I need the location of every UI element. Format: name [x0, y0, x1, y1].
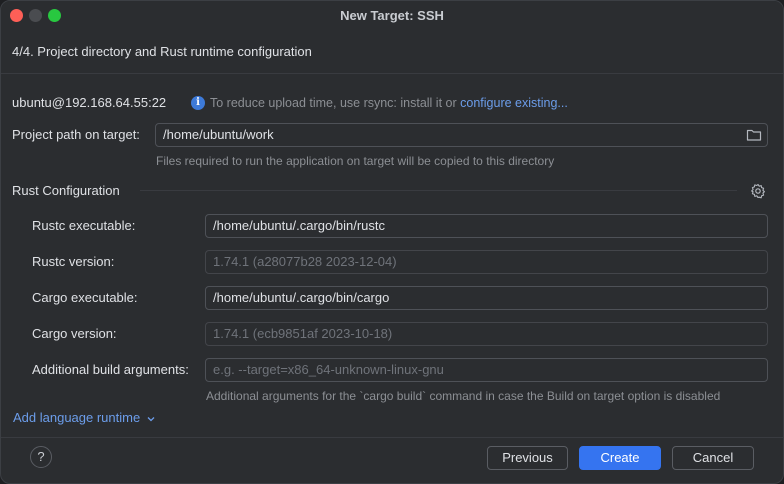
project-path-value: /home/ubuntu/work: [163, 127, 274, 142]
cargo-version-label: Cargo version:: [32, 326, 117, 341]
build-args-label: Additional build arguments:: [32, 362, 189, 377]
build-args-placeholder: e.g. --target=x86_64-unknown-linux-gnu: [213, 362, 444, 377]
info-icon: i: [191, 96, 205, 110]
window-title: New Target: SSH: [340, 8, 444, 23]
footer-divider: [1, 437, 783, 438]
header-divider: [1, 73, 783, 74]
cargo-version-value: 1.74.1 (ecb9851af 2023-10-18): [213, 326, 393, 341]
chevron-down-icon: [146, 411, 156, 426]
cargo-executable-value: /home/ubuntu/.cargo/bin/cargo: [213, 290, 390, 305]
build-args-hint: Additional arguments for the `cargo buil…: [206, 389, 721, 403]
dialog-window: New Target: SSH 4/4. Project directory a…: [0, 0, 784, 484]
rustc-executable-value: /home/ubuntu/.cargo/bin/rustc: [213, 218, 385, 233]
add-language-runtime-label: Add language runtime: [13, 410, 141, 425]
rustc-executable-input[interactable]: /home/ubuntu/.cargo/bin/rustc: [205, 214, 768, 238]
project-path-input[interactable]: /home/ubuntu/work: [155, 123, 768, 147]
create-button[interactable]: Create: [579, 446, 661, 470]
project-path-hint: Files required to run the application on…: [156, 154, 555, 168]
gear-icon[interactable]: [750, 183, 766, 199]
step-heading: 4/4. Project directory and Rust runtime …: [12, 44, 312, 59]
title-bar: New Target: SSH: [1, 1, 783, 31]
rustc-version-field: 1.74.1 (a28077b28 2023-12-04): [205, 250, 768, 274]
rsync-info-text: To reduce upload time, use rsync: instal…: [210, 96, 457, 110]
connection-host: ubuntu@192.168.64.55:22: [12, 95, 167, 110]
build-args-input[interactable]: e.g. --target=x86_64-unknown-linux-gnu: [205, 358, 768, 382]
cancel-button[interactable]: Cancel: [672, 446, 754, 470]
folder-icon[interactable]: [746, 128, 762, 142]
configure-existing-link[interactable]: configure existing...: [460, 96, 568, 110]
rustc-version-label: Rustc version:: [32, 254, 115, 269]
add-language-runtime-link[interactable]: Add language runtime: [13, 410, 156, 426]
rustc-version-value: 1.74.1 (a28077b28 2023-12-04): [213, 254, 397, 269]
rust-section-divider: [140, 190, 737, 191]
help-icon[interactable]: ?: [30, 446, 52, 468]
project-path-label: Project path on target:: [12, 127, 140, 142]
cargo-executable-label: Cargo executable:: [32, 290, 138, 305]
cargo-executable-input[interactable]: /home/ubuntu/.cargo/bin/cargo: [205, 286, 768, 310]
rust-section-title: Rust Configuration: [12, 183, 120, 198]
rustc-executable-label: Rustc executable:: [32, 218, 136, 233]
cargo-version-field: 1.74.1 (ecb9851af 2023-10-18): [205, 322, 768, 346]
previous-button[interactable]: Previous: [487, 446, 568, 470]
